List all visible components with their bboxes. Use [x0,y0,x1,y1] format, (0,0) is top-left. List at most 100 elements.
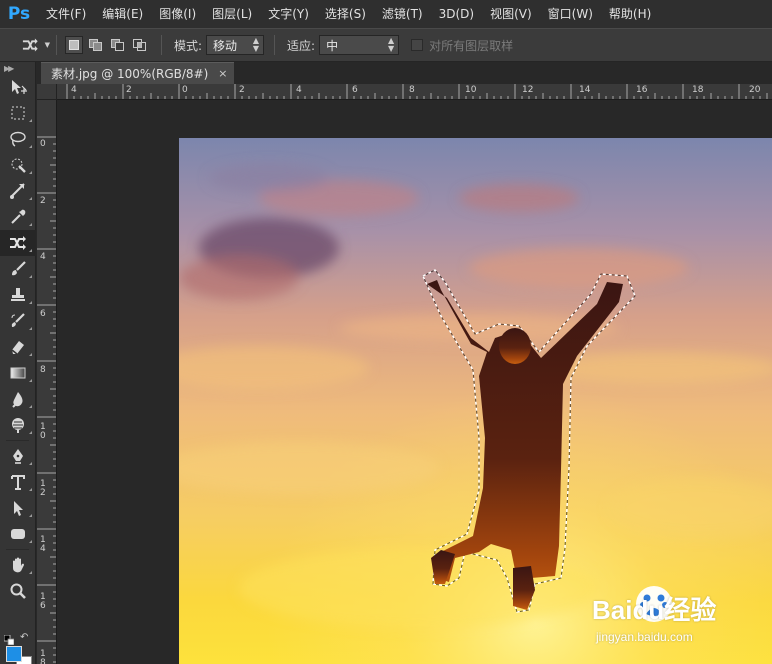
sample-all-layers-label: 对所有图层取样 [429,38,514,53]
lasso-icon [10,131,26,147]
lasso-tool[interactable] [0,126,36,152]
stamp-icon [11,288,25,301]
type-tool[interactable] [0,469,36,495]
menu-edit[interactable]: 编辑(E) [94,0,151,28]
dodge-icon [12,418,24,433]
gradient-icon [10,367,26,379]
photoshop-window: Ps 文件(F) 编辑(E) 图像(I) 图层(L) 文字(Y) 选择(S) 滤… [0,0,772,664]
menu-select[interactable]: 选择(S) [317,0,374,28]
ruler-h-label: 8 [409,85,415,95]
brush-icon [12,261,26,276]
document-tab[interactable]: 素材.jpg @ 100%(RGB/8#) × [41,62,234,84]
ruler-h-label: 4 [71,85,77,95]
add-to-selection-button[interactable] [87,36,105,54]
gradient-tool[interactable] [0,360,36,386]
watermark-url: jingyan.baidu.com [596,630,693,644]
adapt-select[interactable]: 中 ▲ ▼ [319,35,400,55]
path-selection-tool[interactable] [0,495,36,521]
ruler-h-label: 20 [749,85,761,95]
app-logo: Ps [7,4,31,24]
foreground-color-swatch[interactable] [6,646,22,662]
tool-preset-picker[interactable]: ▼ [0,28,50,62]
ruler-h-label: 10 [465,85,477,95]
move-icon [12,80,27,94]
ruler-h-label: 4 [296,85,302,95]
subtract-selection-icon [111,39,124,51]
ruler-v-label: 6 [40,309,46,319]
menu-image[interactable]: 图像(I) [151,0,204,28]
menu-view[interactable]: 视图(V) [482,0,540,28]
swap-colors-icon[interactable]: ↶ [20,632,28,643]
add-selection-icon [89,39,102,51]
blur-icon [12,392,23,408]
new-selection-button[interactable] [65,36,83,54]
canvas-workspace[interactable] [58,101,772,664]
intersect-selection-icon [133,39,146,51]
select-arrows-icon: ▲ ▼ [252,36,260,53]
adapt-value: 中 [326,38,339,53]
ruler-v-label: 2 [40,196,46,206]
ruler-h-label: 14 [579,85,591,95]
eyedropper-tool[interactable] [0,204,36,230]
history-brush-icon [11,313,25,327]
move-tool[interactable] [0,74,36,100]
menu-filter[interactable]: 滤镜(T) [374,0,431,28]
ruler-v-label: 16 [40,592,46,611]
brush-tool[interactable] [0,256,36,282]
baidu-watermark: Baidu经验 jingyan.baidu.com [582,582,762,656]
mode-label: 模式: [174,38,203,53]
marquee-tool[interactable] [0,100,36,126]
ruler-v-label: 4 [40,252,46,262]
stamp-tool[interactable] [0,282,36,308]
dodge-tool[interactable] [0,412,36,438]
ruler-origin[interactable] [37,84,57,100]
menu-window[interactable]: 窗口(W) [540,0,601,28]
crop-tool[interactable] [0,178,36,204]
content-aware-move-icon [22,38,38,52]
options-bar: ▼ 模式: 移动 ▲ ▼ 适应: 中 ▲ ▼ 对所有图层取样 [0,28,772,62]
panel-collapse-icon[interactable]: ▶▶ [0,62,35,74]
marquee-icon [11,106,25,120]
eraser-icon [11,341,24,355]
tools-panel: ▶▶ ↶ [0,62,36,664]
color-swatches: ↶ [0,632,36,664]
ruler-v-label: 0 [40,139,46,149]
separator [161,35,162,55]
ruler-h-label: 16 [636,85,648,95]
chevron-down-icon: ▼ [44,41,50,49]
blur-tool[interactable] [0,386,36,412]
shape-tool[interactable] [0,521,36,547]
separator [6,440,29,441]
mode-select[interactable]: 移动 ▲ ▼ [206,35,265,55]
ruler-h-label: 0 [182,85,188,95]
default-colors-icon[interactable] [3,634,15,646]
zoom-icon [10,583,26,599]
content-aware-move-tool[interactable] [0,230,36,256]
document-tab-bar: 素材.jpg @ 100%(RGB/8#) × [37,62,772,84]
menu-file[interactable]: 文件(F) [38,0,94,28]
intersect-selection-button[interactable] [131,36,149,54]
close-icon[interactable]: × [218,67,227,80]
menu-items: 文件(F) 编辑(E) 图像(I) 图层(L) 文字(Y) 选择(S) 滤镜(T… [38,0,659,28]
ruler-h-label: 2 [126,85,132,95]
pen-tool[interactable] [0,443,36,469]
watermark-brand: Baidu经验 [592,595,717,625]
menu-help[interactable]: 帮助(H) [601,0,659,28]
horizontal-ruler[interactable]: 4 2 0 2 4 6 8 10 12 14 16 18 20 [57,84,772,100]
eraser-tool[interactable] [0,334,36,360]
ruler-v-label: 8 [40,365,46,375]
menu-3d[interactable]: 3D(D) [431,0,482,28]
separator [56,35,57,55]
hand-icon [13,557,24,573]
hand-tool[interactable] [0,552,36,578]
document-tab-label: 素材.jpg @ 100%(RGB/8#) [51,67,209,81]
zoom-tool[interactable] [0,578,36,604]
quick-selection-tool[interactable] [0,152,36,178]
subtract-from-selection-button[interactable] [109,36,127,54]
menu-type[interactable]: 文字(Y) [260,0,317,28]
history-brush-tool[interactable] [0,308,36,334]
ruler-v-label: 18 [40,649,46,664]
sample-all-layers-checkbox[interactable] [411,39,424,51]
menu-layer[interactable]: 图层(L) [204,0,260,28]
vertical-ruler[interactable]: 0 2 4 6 8 10 12 14 16 18 [37,100,57,664]
